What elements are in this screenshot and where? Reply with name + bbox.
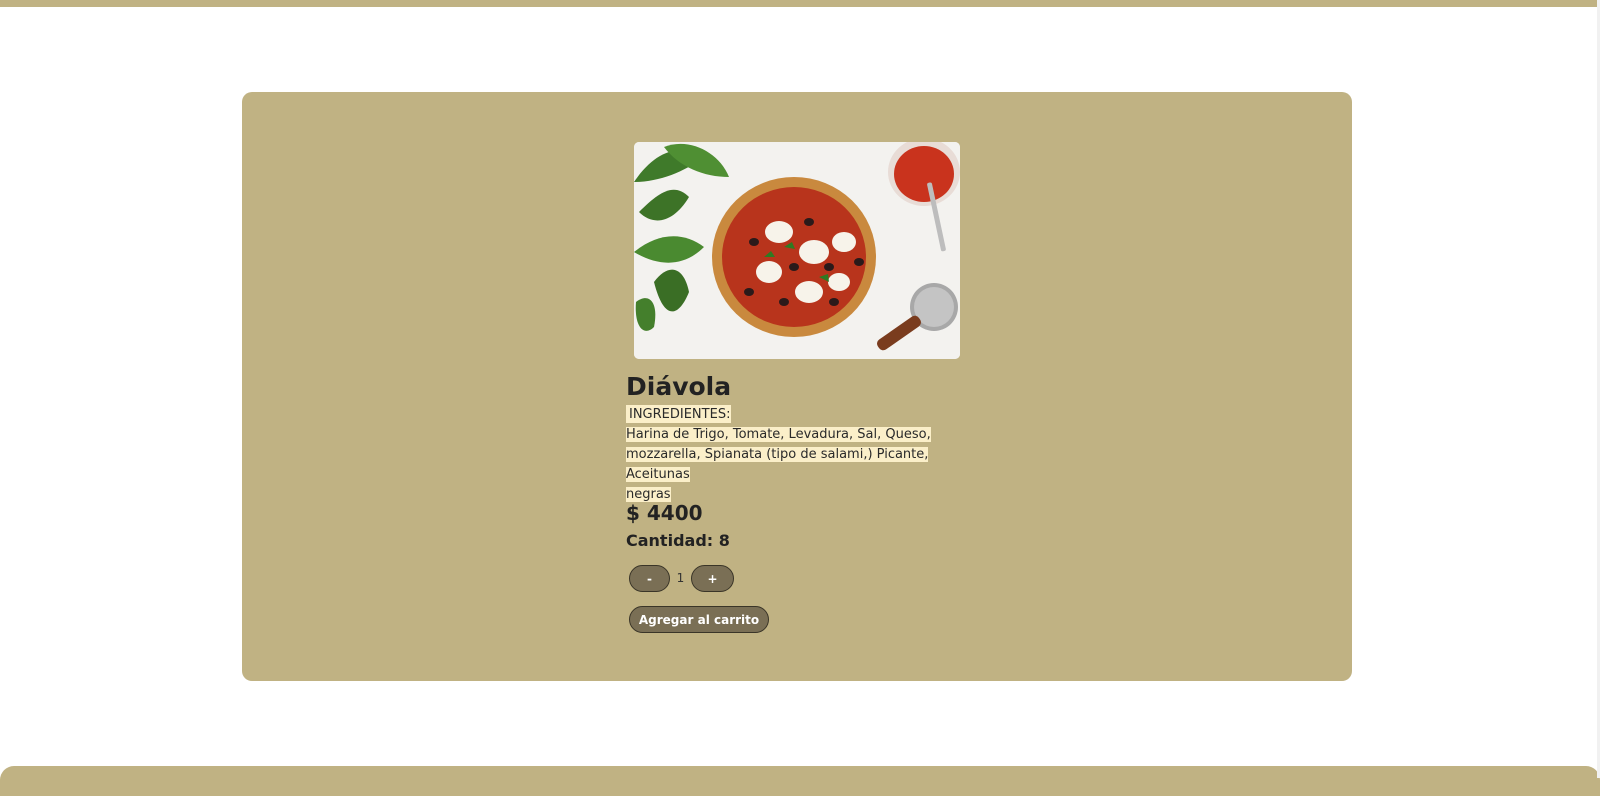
product-card: Diávola INGREDIENTES: Harina de Trigo, T… <box>242 92 1352 681</box>
ingredients-line: mozzarella, Spianata (tipo de salami,) P… <box>626 447 929 482</box>
footer-bar <box>0 766 1600 796</box>
ingredients-block: INGREDIENTES: Harina de Trigo, Tomate, L… <box>626 405 971 505</box>
top-header-bar <box>0 0 1600 7</box>
quantity-value: 1 <box>676 571 685 585</box>
add-to-cart-button[interactable]: Agregar al carrito <box>629 606 769 633</box>
ingredients-heading: INGREDIENTES: <box>626 405 732 423</box>
increment-button[interactable]: + <box>691 565 734 592</box>
product-image <box>634 142 960 359</box>
pizza-photo <box>634 142 960 359</box>
ingredients-line: Harina de Trigo, Tomate, Levadura, Sal, … <box>626 427 931 442</box>
product-price: $ 4400 <box>626 501 703 525</box>
product-title: Diávola <box>626 372 732 401</box>
decrement-button[interactable]: - <box>629 565 670 592</box>
stock-quantity: Cantidad: 8 <box>626 531 730 550</box>
